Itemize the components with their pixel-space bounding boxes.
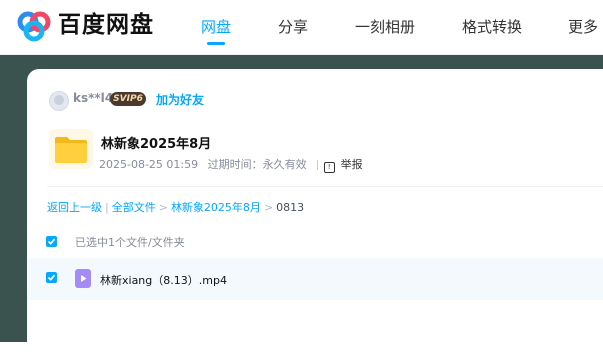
- nav-share[interactable]: 分享: [278, 16, 308, 37]
- video-file-icon: [75, 269, 91, 288]
- share-expiry: 过期时间：永久有效: [207, 158, 307, 171]
- file-checkbox[interactable]: [46, 272, 57, 283]
- svip-badge: SVIP6: [110, 92, 146, 106]
- checkmark-icon: [47, 274, 56, 281]
- add-friend-link[interactable]: 加为好友: [156, 91, 204, 108]
- breadcrumb-folder[interactable]: 林新象2025年8月: [171, 201, 261, 214]
- top-bar: 百度网盘 网盘 分享 一刻相册 格式转换 更多: [0, 0, 603, 55]
- share-card: ks**l4 SVIP6 加为好友 林新象2025年8月 2025-08-25 …: [27, 69, 603, 359]
- checkmark-icon: [47, 238, 56, 245]
- cloud-logo-icon: [17, 11, 51, 42]
- app-name: 百度网盘: [58, 12, 154, 38]
- divider: [47, 186, 603, 187]
- nav-active-indicator: [207, 42, 225, 45]
- breadcrumb-chevron: >: [263, 201, 274, 214]
- breadcrumb: 返回上一级 | 全部文件 > 林新象2025年8月 >0813: [47, 199, 304, 215]
- share-meta: 2025-08-25 01:59 过期时间：永久有效! 举报: [99, 156, 375, 173]
- breadcrumb-separator: |: [105, 201, 109, 214]
- breadcrumb-current: 0813: [276, 201, 305, 214]
- select-all-checkbox[interactable]: [46, 236, 57, 247]
- file-row[interactable]: 林新xiang（8.13）.mp4: [27, 258, 603, 300]
- folder-icon: [49, 129, 93, 169]
- nav-format-convert[interactable]: 格式转换: [462, 16, 522, 37]
- report-icon: !: [323, 162, 335, 173]
- share-title: 林新象2025年8月: [101, 137, 212, 152]
- meta-divider: [316, 160, 318, 170]
- selection-status: 已选中1个文件/文件夹: [75, 236, 185, 249]
- report-button[interactable]: ! 举报: [323, 158, 369, 173]
- share-date: 2025-08-25 01:59: [99, 158, 199, 171]
- file-name[interactable]: 林新xiang（8.13）.mp4: [100, 272, 227, 288]
- avatar[interactable]: [49, 91, 69, 111]
- nav-more[interactable]: 更多: [568, 16, 598, 37]
- breadcrumb-chevron: >: [158, 201, 168, 214]
- nav-album[interactable]: 一刻相册: [355, 16, 415, 37]
- nav-netdisk[interactable]: 网盘: [201, 16, 231, 37]
- breadcrumb-back[interactable]: 返回上一级: [47, 201, 102, 214]
- username[interactable]: ks**l4: [73, 91, 113, 105]
- report-label: 举报: [340, 158, 363, 171]
- breadcrumb-all-files[interactable]: 全部文件: [112, 201, 156, 214]
